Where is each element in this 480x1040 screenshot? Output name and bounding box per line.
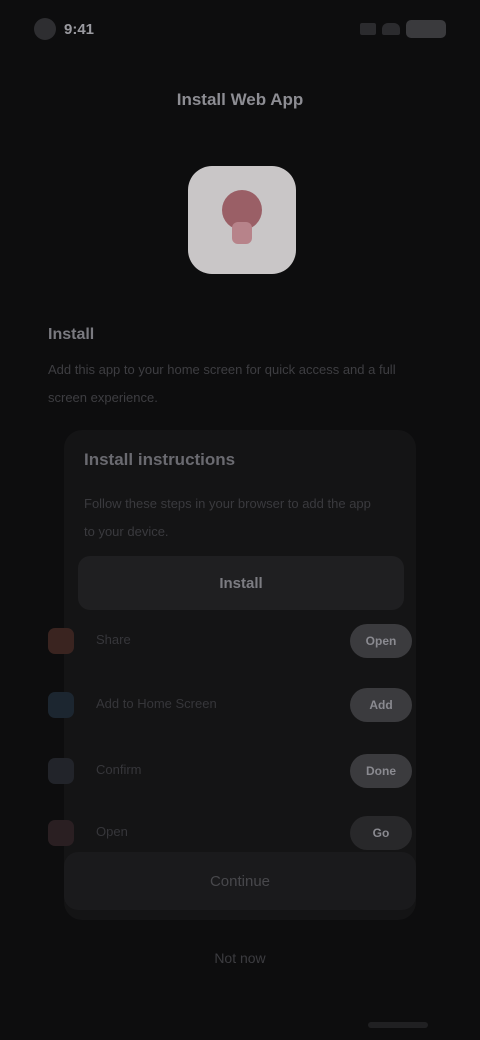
open-button[interactable]: Open	[350, 624, 412, 658]
status-time: 9:41	[64, 20, 95, 38]
option-label: Add to Home Screen	[96, 696, 217, 711]
option-label: Share	[96, 632, 131, 647]
option-row-confirm: Confirm Done	[48, 744, 432, 800]
wifi-icon	[382, 23, 400, 35]
not-now-link[interactable]: Not now	[0, 950, 480, 966]
go-button[interactable]: Go	[350, 816, 412, 850]
option-label: Open	[96, 824, 128, 839]
install-button[interactable]: Install	[78, 556, 404, 610]
option-row-share: Share Open	[48, 614, 432, 670]
option-row-add: Add to Home Screen Add	[48, 678, 432, 734]
app-logo-icon	[188, 166, 296, 274]
home-indicator[interactable]	[368, 1022, 428, 1028]
add-icon	[48, 692, 74, 718]
status-bar: 9:41	[0, 0, 480, 60]
status-icons	[360, 20, 446, 38]
done-button[interactable]: Done	[350, 754, 412, 788]
section-label: Install	[48, 326, 95, 343]
battery-icon	[406, 20, 446, 38]
camera-indicator-icon	[34, 18, 56, 40]
share-icon	[48, 628, 74, 654]
check-icon	[48, 758, 74, 784]
status-left: 9:41	[34, 18, 94, 40]
section-description: Add this app to your home screen for qui…	[48, 362, 396, 405]
signal-icon	[360, 23, 376, 35]
add-button[interactable]: Add	[350, 688, 412, 722]
page-title: Install Web App	[176, 90, 304, 109]
option-label: Confirm	[96, 762, 142, 777]
open-app-icon	[48, 820, 74, 846]
card-description: Follow these steps in your browser to ad…	[84, 496, 371, 539]
card-title: Install instructions	[84, 450, 236, 469]
app-logo-glyph-base	[232, 222, 252, 244]
continue-button[interactable]: Continue	[64, 852, 416, 910]
